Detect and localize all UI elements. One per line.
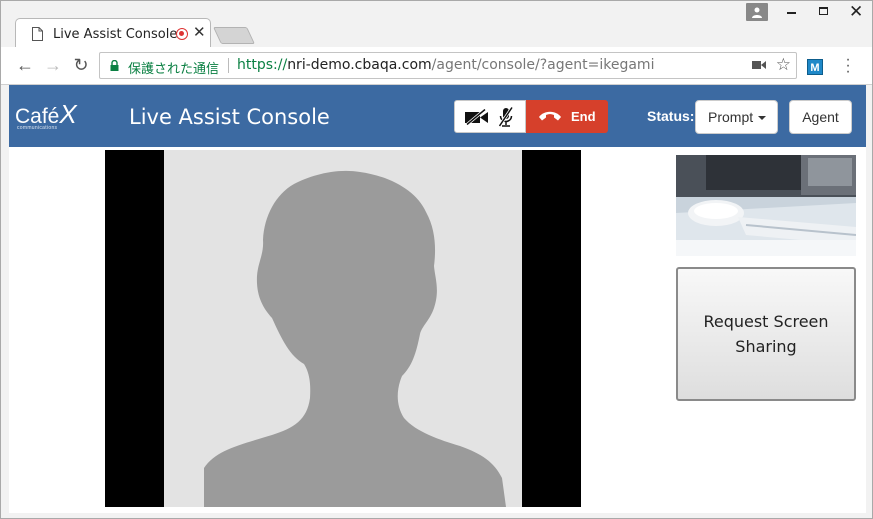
new-tab-button[interactable] <box>213 27 255 44</box>
back-icon[interactable]: ← <box>15 55 35 75</box>
agent-button[interactable]: Agent <box>789 100 852 134</box>
address-bar[interactable]: 保護された通信 https://nri-demo.cbaqa.com/agent… <box>99 52 797 79</box>
secure-label: 保護された通信 <box>128 62 220 77</box>
forward-icon[interactable]: → <box>43 55 63 75</box>
end-label: End <box>571 109 596 124</box>
close-window-button[interactable]: ✕ <box>840 1 872 23</box>
browser-tab[interactable]: Live Assist Console ✕ <box>15 18 211 48</box>
camera-icon[interactable] <box>752 60 766 70</box>
logo-tagline: communications <box>17 125 58 131</box>
bookmark-star-icon[interactable]: ☆ <box>776 55 791 75</box>
browser-window: Live Assist Console ✕ ✕ ← → ↻ 保護された通信 ht… <box>0 0 873 519</box>
hang-up-icon <box>539 111 561 121</box>
document-icon <box>32 27 43 41</box>
minimize-icon <box>787 12 796 14</box>
request-screen-sharing-button[interactable]: Request Screen Sharing <box>676 267 856 401</box>
recording-icon <box>176 28 188 40</box>
url-text: https://nri-demo.cbaqa.com/agent/console… <box>237 57 655 73</box>
app-header: CaféX communications Live Assist Console <box>9 85 866 147</box>
minimize-button[interactable] <box>776 1 808 23</box>
page-title: Live Assist Console <box>129 105 330 129</box>
window-controls: ✕ <box>746 1 872 23</box>
end-call-button[interactable]: End <box>526 100 608 133</box>
profile-button[interactable] <box>746 3 768 21</box>
console-content: Request Screen Sharing <box>9 147 866 513</box>
self-view-video <box>676 155 856 256</box>
tab-title: Live Assist Console <box>53 27 178 42</box>
reload-icon[interactable]: ↻ <box>71 55 91 75</box>
call-controls: End <box>454 100 608 133</box>
user-icon <box>752 7 762 18</box>
maximize-button[interactable] <box>808 1 840 23</box>
person-silhouette-icon <box>204 170 506 507</box>
omnibox-divider <box>228 58 229 73</box>
mute-controls <box>454 100 526 133</box>
caret-down-icon <box>758 116 766 120</box>
mic-off-icon[interactable] <box>499 107 513 127</box>
menu-icon[interactable]: · · · <box>843 52 853 80</box>
lock-icon <box>110 60 119 71</box>
remote-video <box>105 150 581 507</box>
extension-icon[interactable]: M <box>807 59 823 75</box>
browser-toolbar: ← → ↻ 保護された通信 https://nri-demo.cbaqa.com… <box>1 47 872 85</box>
camera-preview-image <box>676 155 856 256</box>
close-icon: ✕ <box>849 2 864 21</box>
status-dropdown[interactable]: Prompt <box>695 100 778 134</box>
status-label: Status: <box>647 108 695 124</box>
maximize-icon <box>819 7 828 15</box>
video-frame <box>164 150 522 507</box>
video-off-icon[interactable] <box>465 109 489 125</box>
tab-strip: Live Assist Console ✕ ✕ <box>1 1 872 48</box>
tab-close-icon[interactable]: ✕ <box>193 24 206 42</box>
status-value: Prompt <box>708 109 754 125</box>
